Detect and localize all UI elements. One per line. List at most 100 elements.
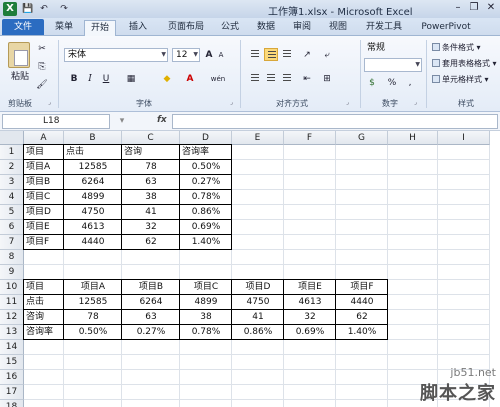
cell[interactable]: 项目 xyxy=(24,145,64,160)
grow-font-button[interactable]: A xyxy=(204,48,214,62)
cell[interactable]: 0.27% xyxy=(122,325,180,340)
cell[interactable]: 项目C xyxy=(180,280,232,295)
cell[interactable]: 0.69% xyxy=(180,220,232,235)
cell[interactable]: 项目D xyxy=(232,280,284,295)
column-header[interactable]: H xyxy=(388,131,438,145)
cell[interactable]: 4440 xyxy=(336,295,388,310)
cell[interactable]: 项目A xyxy=(64,280,122,295)
cell[interactable]: 点击 xyxy=(64,145,122,160)
cell[interactable]: 38 xyxy=(122,190,180,205)
cell[interactable]: 38 xyxy=(180,310,232,325)
italic-button[interactable]: I xyxy=(84,72,96,86)
row-header[interactable]: 2 xyxy=(0,160,24,175)
cell[interactable]: 1.40% xyxy=(180,235,232,250)
row-header[interactable]: 7 xyxy=(0,235,24,250)
cell[interactable]: 4440 xyxy=(64,235,122,250)
cell[interactable]: 咨询率 xyxy=(180,145,232,160)
cell[interactable]: 41 xyxy=(232,310,284,325)
percent-button[interactable]: % xyxy=(386,76,398,90)
select-all-corner[interactable] xyxy=(0,131,24,145)
bold-button[interactable]: B xyxy=(68,72,80,86)
tab-formulas[interactable]: 公式 xyxy=(216,20,244,36)
row-header[interactable]: 11 xyxy=(0,295,24,310)
name-box[interactable]: L18 xyxy=(2,114,110,129)
cell[interactable]: 78 xyxy=(122,160,180,175)
row-header[interactable]: 1 xyxy=(0,145,24,160)
number-format-dropdown[interactable]: ▼ xyxy=(364,58,422,72)
cell[interactable]: 0.50% xyxy=(180,160,232,175)
align-bottom-button[interactable] xyxy=(280,48,294,61)
column-header[interactable]: D xyxy=(180,131,232,145)
tab-data[interactable]: 数据 xyxy=(252,20,280,36)
restore-button[interactable]: ❐ xyxy=(468,2,480,14)
number-format-combo[interactable]: 常规 xyxy=(364,42,422,56)
row-header[interactable]: 8 xyxy=(0,250,24,265)
cell[interactable]: 62 xyxy=(122,235,180,250)
column-header[interactable]: C xyxy=(122,131,180,145)
align-middle-button[interactable] xyxy=(264,48,278,61)
cell[interactable]: 4750 xyxy=(64,205,122,220)
name-box-dropdown-icon[interactable]: ▾ xyxy=(116,114,128,128)
cell[interactable]: 0.69% xyxy=(284,325,336,340)
wrap-text-icon[interactable]: ⤶ xyxy=(320,48,334,62)
paste-icon[interactable] xyxy=(8,42,30,68)
cell[interactable]: 6264 xyxy=(64,175,122,190)
row-header[interactable]: 4 xyxy=(0,190,24,205)
cell[interactable]: 6264 xyxy=(122,295,180,310)
cell[interactable]: 4613 xyxy=(64,220,122,235)
cell[interactable]: 32 xyxy=(122,220,180,235)
alignment-launcher-icon[interactable]: ⌟ xyxy=(346,99,353,106)
tab-developer[interactable]: 开发工具 xyxy=(360,20,408,36)
column-header[interactable]: G xyxy=(336,131,388,145)
insert-function-button[interactable]: fx xyxy=(157,115,167,125)
cell[interactable]: 0.86% xyxy=(180,205,232,220)
cell[interactable]: 项目A xyxy=(24,160,64,175)
font-size-combo[interactable]: 12 ▼ xyxy=(172,48,200,62)
tab-view[interactable]: 视图 xyxy=(324,20,352,36)
copy-icon[interactable]: ⎘ xyxy=(36,60,48,74)
tab-menu[interactable]: 菜单 xyxy=(50,20,78,36)
format-as-table-button[interactable]: 套用表格格式 ▾ xyxy=(432,58,497,70)
cell[interactable]: 4899 xyxy=(180,295,232,310)
cell[interactable]: 咨询 xyxy=(24,310,64,325)
cell[interactable]: 点击 xyxy=(24,295,64,310)
row-header[interactable]: 16 xyxy=(0,370,24,385)
cell[interactable]: 项目E xyxy=(24,220,64,235)
minimize-button[interactable]: – xyxy=(452,2,464,14)
align-left-button[interactable] xyxy=(248,72,262,85)
column-header[interactable]: F xyxy=(284,131,336,145)
cell[interactable]: 0.78% xyxy=(180,190,232,205)
orientation-icon[interactable]: ↗ xyxy=(300,48,314,62)
cell[interactable]: 32 xyxy=(284,310,336,325)
tab-powerpivot[interactable]: PowerPivot xyxy=(416,20,476,36)
clipboard-launcher-icon[interactable]: ⌟ xyxy=(48,99,55,106)
column-header[interactable]: I xyxy=(438,131,490,145)
comma-button[interactable]: , xyxy=(404,76,416,90)
close-button[interactable]: ✕ xyxy=(485,2,497,14)
number-launcher-icon[interactable]: ⌟ xyxy=(414,99,421,106)
tab-home[interactable]: 开始 xyxy=(84,20,116,37)
cell[interactable]: 63 xyxy=(122,175,180,190)
cell-styles-button[interactable]: 单元格样式 ▾ xyxy=(432,74,489,86)
cut-icon[interactable]: ✂ xyxy=(36,42,48,56)
cell[interactable]: 78 xyxy=(64,310,122,325)
font-name-combo[interactable]: 宋体 ▼ xyxy=(64,48,168,62)
align-center-button[interactable] xyxy=(264,72,278,85)
row-header[interactable]: 3 xyxy=(0,175,24,190)
cell[interactable]: 项目B xyxy=(122,280,180,295)
save-icon[interactable]: 💾 xyxy=(22,3,34,15)
phonetic-button[interactable]: wén xyxy=(208,72,228,86)
cell[interactable]: 项目 xyxy=(24,280,64,295)
cell[interactable]: 0.78% xyxy=(180,325,232,340)
shrink-font-button[interactable]: A xyxy=(216,48,226,62)
indent-icon[interactable]: ⇤ xyxy=(300,72,314,86)
cell[interactable]: 1.40% xyxy=(336,325,388,340)
column-header[interactable]: E xyxy=(232,131,284,145)
underline-button[interactable]: U xyxy=(100,72,112,86)
row-header[interactable]: 12 xyxy=(0,310,24,325)
border-icon[interactable]: ▦ xyxy=(124,72,138,86)
column-header[interactable]: A xyxy=(24,131,64,145)
redo-icon[interactable]: ↷ xyxy=(58,3,70,15)
font-color-button[interactable]: A xyxy=(184,72,196,86)
cell[interactable]: 0.50% xyxy=(64,325,122,340)
